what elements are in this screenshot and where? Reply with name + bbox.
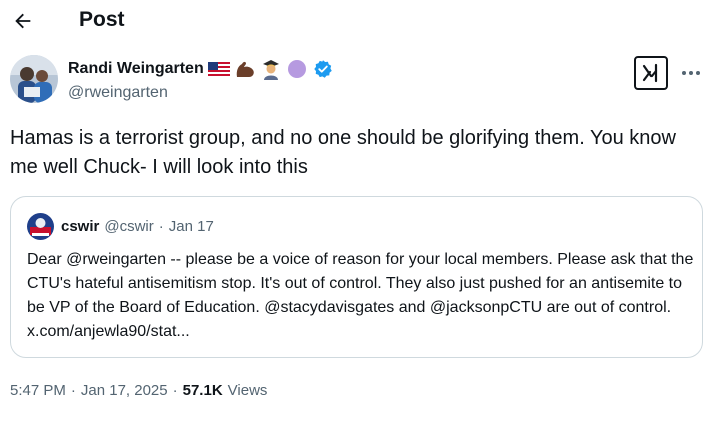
verified-badge-icon[interactable] (312, 58, 334, 80)
author-name[interactable]: Randi Weingarten (68, 60, 204, 78)
page-title: Post (79, 8, 125, 31)
post-date[interactable]: Jan 17, 2025 (81, 382, 168, 399)
quote-meta: cswir @cswir · Jan 17 (61, 218, 214, 235)
author-avatar[interactable] (10, 55, 58, 103)
quote-avatar-photo-icon (27, 213, 54, 240)
top-bar: Post (0, 0, 727, 44)
views-count[interactable]: 57.1K (183, 382, 223, 399)
author-row: Randi Weingarten @rweingarten (10, 55, 717, 105)
us-flag-icon (207, 58, 230, 80)
post-meta: 5:47 PM · Jan 17, 2025 · 57.1K Views (10, 382, 267, 399)
quote-author-name[interactable]: cswir (61, 218, 99, 235)
more-dots-icon (682, 71, 700, 75)
more-options-button[interactable] (679, 60, 703, 86)
back-button[interactable] (8, 4, 38, 38)
teacher-icon (260, 58, 282, 80)
views-label: Views (227, 382, 268, 399)
author-handle[interactable]: @rweingarten (68, 84, 168, 102)
grok-icon (642, 63, 658, 83)
meta-separator-2: · (172, 382, 178, 399)
quote-author-handle[interactable]: @cswir (104, 218, 153, 235)
arrow-left-icon (15, 13, 31, 29)
purple-circle-icon (286, 58, 308, 80)
flexed-biceps-icon (234, 58, 256, 80)
quote-author-avatar[interactable] (27, 213, 54, 240)
quoted-post-card[interactable]: cswir @cswir · Jan 17 Dear @rweingarten … (10, 196, 703, 358)
author-name-row: Randi Weingarten (68, 58, 334, 80)
quote-text: Dear @rweingarten -- please be a voice o… (27, 251, 694, 340)
post-text: Hamas is a terrorist group, and no one s… (10, 127, 676, 178)
quote-separator: · (158, 218, 164, 235)
grok-button[interactable] (634, 56, 668, 90)
meta-separator: · (70, 382, 76, 399)
quote-date[interactable]: Jan 17 (169, 218, 214, 235)
post-time[interactable]: 5:47 PM (10, 382, 66, 399)
avatar-photo-icon (10, 55, 58, 103)
